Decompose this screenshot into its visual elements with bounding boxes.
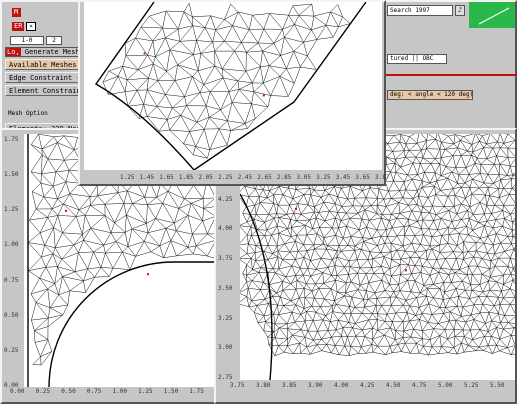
x-tick-label: 1.75 <box>189 388 204 395</box>
x-tick-label: 0.25 <box>35 388 51 395</box>
x-tick-label: 1.25 <box>120 174 135 181</box>
x-tick-label: 2.45 <box>237 174 253 181</box>
status-monitor <box>469 2 515 28</box>
node-marker <box>65 209 67 212</box>
x-tick-label: 3.80 <box>256 382 271 389</box>
x-tick-label: 2.65 <box>257 174 272 181</box>
constraint-label: deg: < angle < 120 deg) <box>387 90 473 100</box>
y-tick-label: 0.75 <box>4 276 19 284</box>
y-tick-label: 4.00 <box>218 225 233 233</box>
x-tick-label: 5.50 <box>490 382 505 389</box>
x-tick-label: 1.45 <box>139 174 155 181</box>
mini-button-2[interactable]: 2 <box>46 36 62 45</box>
x-tick-label: 0.00 <box>10 388 25 395</box>
x-tick-label: 3.05 <box>296 174 311 181</box>
mesh-plot-top <box>94 2 367 170</box>
y-tick-label: 1.00 <box>4 241 19 249</box>
y-tick-label: 1.75 <box>4 136 19 143</box>
mini-button-1[interactable]: 1-0 <box>10 36 44 45</box>
x-tick-label: 0.50 <box>61 388 76 395</box>
node-marker <box>295 207 297 210</box>
x-tick-label: 1.65 <box>159 174 174 181</box>
domain-boundary <box>94 2 367 170</box>
x-tick-label: 1.00 <box>112 388 127 395</box>
x-tick-label: 3.65 <box>355 174 370 181</box>
plot-window-top: 1.25 1.45 1.65 1.85 2.05 2.25 2.45 2.65 2.85 3.05… <box>78 0 390 186</box>
edge-constraint-row[interactable]: Edge Constraint (d): <box>5 72 79 83</box>
x-tick-label: 4.25 <box>360 382 375 389</box>
mesh-control-panel: M ER × 1-0 2 Lo, Generate Mesh Available… <box>0 0 82 138</box>
x-tick-label: 1.25 <box>138 388 153 395</box>
x-tick-label: 3.45 <box>335 174 351 181</box>
y-tick-label: 2.75 <box>218 374 233 381</box>
search-label: Search 1997 <box>390 7 430 14</box>
x-tick-label: 4.50 <box>386 382 401 389</box>
x-tick-label: 2.25 <box>218 174 233 181</box>
y-tick-label: 1.50 <box>4 171 19 179</box>
status-label: tured || OBC <box>387 54 447 64</box>
domain-boundary <box>240 193 273 380</box>
y-tick-label: 4.25 <box>218 195 233 203</box>
y-tick-label: 1.25 <box>4 206 19 214</box>
x-tick-label: 1.50 <box>163 388 179 395</box>
action-label: Generate Mesh <box>24 48 79 56</box>
x-tick-label: 4.75 <box>412 382 427 389</box>
y-tick-label: 0.50 <box>4 311 19 319</box>
mesh-edges <box>102 3 351 159</box>
available-meshes-row[interactable]: Available Meshes: <box>5 59 79 70</box>
search-field[interactable]: Search 1997 <box>387 5 453 16</box>
x-tick-label: 0.75 <box>86 388 102 395</box>
x-tick-label: 3.75 <box>230 382 245 389</box>
x-tick-label: 5.00 <box>438 382 453 389</box>
x-tick-label: 2.85 <box>276 174 292 181</box>
monitor-graph-icon <box>478 7 510 25</box>
y-tick-label: 3.25 <box>218 314 233 322</box>
action-prefix: Lo, <box>6 48 21 56</box>
close-icon[interactable]: × <box>26 22 36 31</box>
x-tick-label: 5.25 <box>464 382 479 389</box>
y-tick-label: 0.25 <box>4 346 19 354</box>
x-tick-label: 3.90 <box>308 382 323 389</box>
top-right-toolbar: Search 1997 ♪ tured || OBC deg: < angle … <box>383 0 517 130</box>
x-tick-label: 3.85 <box>282 382 297 389</box>
app-icon[interactable]: M <box>12 8 21 17</box>
node-marker <box>143 52 146 55</box>
element-constraint-row[interactable]: Element Constraint <box>5 85 79 96</box>
y-tick-label: 3.75 <box>218 255 233 262</box>
x-tick-label: 4.00 <box>334 382 349 389</box>
node-marker <box>262 94 265 97</box>
x-tick-label: 3.87 <box>375 174 390 181</box>
node-marker <box>405 269 407 272</box>
sound-icon[interactable]: ♪ <box>455 5 465 16</box>
mesh-option-row[interactable]: Mesh Option <box>5 108 79 119</box>
x-tick-label: 2.05 <box>198 174 213 181</box>
y-tick-label: 3.50 <box>218 284 233 292</box>
generate-mesh-button[interactable]: Lo, Generate Mesh <box>5 47 79 57</box>
y-tick-label: 3.00 <box>218 344 233 352</box>
x-tick-label: 3.25 <box>316 174 331 181</box>
x-tick-label: 1.85 <box>178 174 194 181</box>
plot-area-top[interactable] <box>84 2 382 170</box>
node-marker <box>147 273 149 276</box>
error-badge: ER <box>12 22 24 31</box>
